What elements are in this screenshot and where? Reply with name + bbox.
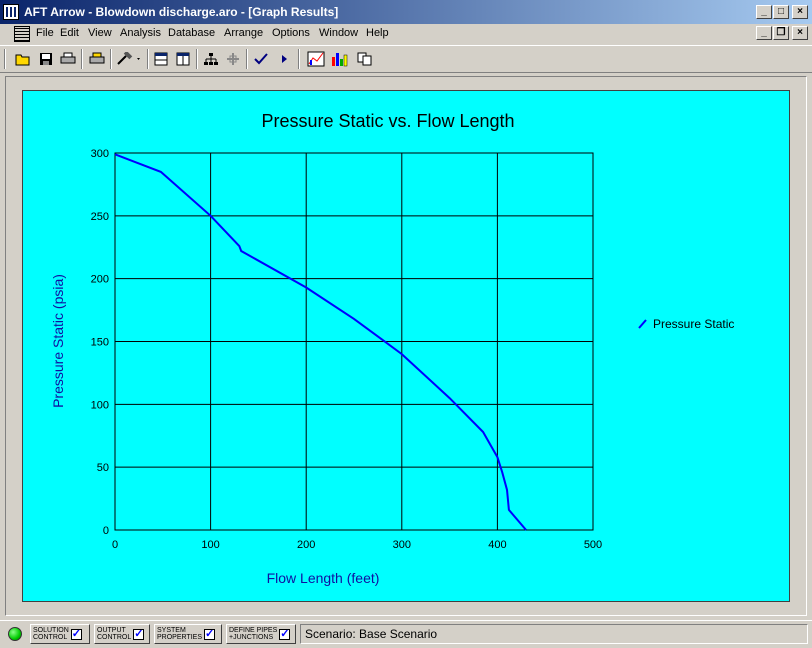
x-tick-label: 500: [584, 539, 602, 551]
open-folder-icon[interactable]: [12, 49, 34, 69]
window-title: AFT Arrow - Blowdown discharge.aro - [Gr…: [24, 5, 339, 19]
split-vertical-icon[interactable]: [172, 49, 194, 69]
checkmark-icon[interactable]: [250, 49, 272, 69]
output-control-button[interactable]: OUTPUT CONTROL: [94, 624, 150, 644]
document-icon[interactable]: [14, 26, 30, 42]
run-arrow-icon[interactable]: [274, 49, 296, 69]
copy-icon[interactable]: [354, 49, 376, 69]
chart-title: Pressure Static vs. Flow Length: [261, 111, 514, 131]
x-axis-label: Flow Length (feet): [267, 570, 380, 586]
solution-control-line2: CONTROL: [33, 634, 68, 641]
menu-file[interactable]: File: [36, 27, 54, 39]
child-minimize-button[interactable]: _: [756, 26, 772, 40]
output-control-line1: OUTPUT: [97, 627, 126, 634]
menu-help[interactable]: Help: [366, 27, 389, 39]
title-bar: AFT Arrow - Blowdown discharge.aro - [Gr…: [0, 0, 812, 24]
graph-panel: Pressure Static vs. Flow Length 0 100 200 3…: [22, 90, 790, 602]
menu-options[interactable]: Options: [272, 27, 310, 39]
system-properties-button[interactable]: SYSTEM PROPERTIES: [154, 624, 222, 644]
x-tick-label: 0: [112, 539, 118, 551]
menu-bar: File Edit View Analysis Database Arrange…: [0, 24, 812, 44]
check-icon: [70, 627, 82, 640]
menu-edit[interactable]: Edit: [60, 27, 79, 39]
system-properties-line1: SYSTEM: [157, 627, 186, 634]
menu-window[interactable]: Window: [319, 27, 358, 39]
print-preview-icon[interactable]: [86, 49, 108, 69]
scenario-label: Scenario: Base Scenario: [300, 624, 808, 644]
status-bar: SOLUTIONCONTROL OUTPUTCONTROL SYSTEMPROP…: [0, 620, 812, 648]
child-close-button[interactable]: ×: [792, 26, 808, 40]
menu-view[interactable]: View: [88, 27, 112, 39]
maximize-button[interactable]: □: [773, 5, 789, 19]
menu-database[interactable]: Database: [168, 27, 215, 39]
check-icon: [279, 627, 291, 640]
define-pipes-line1: DEFINE PIPES: [229, 627, 278, 634]
status-light-icon: [8, 627, 22, 641]
chart-ticks: 0 100 200 300 400 500 0 50 100 150 200 250 300: [91, 148, 603, 551]
x-tick-label: 100: [201, 539, 219, 551]
print-icon[interactable]: [57, 49, 79, 69]
check-icon: [204, 627, 215, 640]
close-button[interactable]: ×: [792, 5, 808, 19]
check-icon: [133, 627, 145, 640]
network-disabled-icon[interactable]: [222, 49, 244, 69]
y-tick-label: 0: [103, 525, 109, 537]
y-axis-label: Pressure Static (psia): [50, 274, 66, 408]
menu-arrange[interactable]: Arrange: [224, 27, 263, 39]
graph-results-icon[interactable]: [305, 49, 327, 69]
y-tick-label: 100: [91, 399, 109, 411]
x-tick-label: 300: [393, 539, 411, 551]
hammer-tool-icon[interactable]: [114, 49, 144, 69]
y-tick-label: 200: [91, 274, 109, 286]
save-icon[interactable]: [35, 49, 57, 69]
system-properties-line2: PROPERTIES: [157, 634, 202, 641]
chart-grid: [114, 152, 594, 531]
y-tick-label: 300: [91, 148, 109, 160]
y-tick-label: 50: [97, 462, 109, 474]
app-icon[interactable]: [3, 4, 19, 20]
pressure-chart: Pressure Static vs. Flow Length 0 100 200 3…: [50, 111, 734, 586]
minimize-button[interactable]: _: [756, 5, 772, 19]
legend-label: Pressure Static: [653, 317, 734, 331]
solution-control-line1: SOLUTION: [33, 627, 69, 634]
x-tick-label: 200: [297, 539, 315, 551]
menu-analysis[interactable]: Analysis: [120, 27, 161, 39]
output-control-line2: CONTROL: [97, 634, 132, 641]
series-line-pressure-static: [114, 153, 527, 531]
split-horizontal-icon[interactable]: [150, 49, 172, 69]
child-restore-button[interactable]: ❐: [773, 26, 789, 40]
define-pipes-line2: +JUNCTIONS: [229, 634, 274, 641]
network-tree-icon[interactable]: [200, 49, 222, 69]
x-tick-label: 400: [488, 539, 506, 551]
define-pipes-junctions-button[interactable]: DEFINE PIPES +JUNCTIONS: [226, 624, 296, 644]
y-tick-label: 250: [91, 211, 109, 223]
legend-swatch: [638, 319, 647, 329]
bar-chart-icon[interactable]: [328, 49, 350, 69]
solution-control-button[interactable]: SOLUTION CONTROL: [30, 624, 90, 644]
toolbar: [0, 45, 812, 73]
y-tick-label: 150: [91, 337, 109, 349]
